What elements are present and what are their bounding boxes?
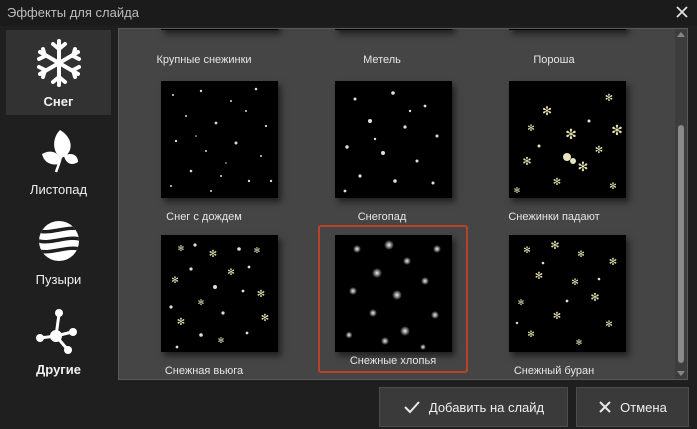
snow-particles: ✻ ✻ ✻ ✻ ✻ ✻ ✻ ✻ ✻ ✻ ✻ [514, 93, 623, 195]
scroll-up-icon[interactable] [677, 32, 685, 37]
svg-text:✻: ✻ [198, 298, 205, 307]
svg-text:✻: ✻ [590, 291, 599, 304]
effect-label: Метель [363, 54, 401, 66]
effect-preview: ✻ ✻ ✻ ✻ ✻ ✻ ✻ ✻ ✻ ✻ ✻ ✻ [509, 235, 626, 352]
svg-text:✻: ✻ [553, 177, 561, 188]
snow-particles [345, 240, 441, 350]
svg-text:✻: ✻ [209, 249, 217, 260]
sidebar-item-label: Другие [36, 362, 81, 377]
effect-label: Снежные хлопья [349, 355, 437, 367]
close-icon[interactable] [673, 3, 691, 21]
svg-text:✻: ✻ [611, 123, 623, 139]
effect-label: Пороша [533, 54, 575, 66]
category-sidebar: Снег Листопад Пузыри Другие [0, 26, 118, 429]
svg-text:✻: ✻ [261, 313, 269, 324]
add-button-label: Добавить на слайд [428, 399, 545, 415]
snowflake-icon [36, 39, 81, 87]
svg-text:✻: ✻ [576, 338, 583, 347]
title-bar: Эффекты для слайда [0, 0, 697, 26]
sidebar-item-label: Снег [43, 94, 74, 109]
svg-text:✻: ✻ [605, 93, 613, 104]
close-icon [599, 401, 611, 413]
svg-text:✻: ✻ [578, 160, 589, 175]
effect-label: Снежная вьюга [164, 365, 244, 377]
svg-text:✻: ✻ [542, 104, 552, 118]
effect-preview [335, 235, 452, 352]
sidebar-item-other[interactable]: Другие [6, 298, 111, 383]
effect-label: Снегопад [357, 211, 407, 223]
effect-label: Снег с дождем [166, 211, 242, 223]
svg-text:✻: ✻ [514, 186, 521, 195]
bubble-icon [38, 221, 79, 261]
effect-tile-snowfall[interactable]: Снегопад [307, 79, 457, 227]
effect-preview [335, 81, 452, 198]
vertical-scrollbar[interactable] [675, 29, 687, 379]
svg-text:✻: ✻ [527, 330, 535, 340]
add-to-slide-button[interactable]: Добавить на слайд [379, 387, 568, 427]
effect-tile-snow-flakes[interactable]: Снежные хлопья [318, 225, 468, 373]
cancel-button[interactable]: Отмена [576, 387, 689, 427]
svg-text:✻: ✻ [254, 246, 261, 255]
snow-particles: ✻ ✻ ✻ ✻ ✻ ✻ ✻ ✻ ✻ ✻ [169, 243, 269, 349]
network-icon [35, 309, 77, 354]
svg-text:✻: ✻ [177, 317, 185, 328]
svg-text:✻: ✻ [609, 257, 617, 268]
svg-text:✻: ✻ [571, 278, 579, 288]
checkmark-icon [404, 401, 420, 414]
scroll-down-icon[interactable] [677, 371, 685, 376]
svg-text:✻: ✻ [257, 289, 265, 300]
svg-text:✻: ✻ [527, 124, 535, 134]
snow-particles [343, 91, 439, 193]
effect-tile-snow-blizzard[interactable]: ✻ ✻ ✻ ✻ ✻ ✻ ✻ ✻ ✻ ✻ ✻ ✻ Снежный буран [479, 227, 629, 377]
cancel-button-label: Отмена [620, 399, 667, 415]
effect-preview: ✻ ✻ ✻ ✻ ✻ ✻ ✻ ✻ ✻ ✻ [161, 235, 278, 352]
leaves-icon [41, 130, 78, 173]
svg-text:✻: ✻ [609, 182, 617, 192]
effect-label: Крупные снежинки [156, 54, 252, 66]
effect-tile-blizzard[interactable]: Метель [307, 29, 457, 66]
effect-preview [161, 29, 278, 30]
effect-preview [335, 29, 452, 30]
effect-tile-snow-storm[interactable]: ✻ ✻ ✻ ✻ ✻ ✻ ✻ ✻ ✻ ✻ Снежная вьюга [129, 227, 279, 377]
effect-preview: ✻ ✻ ✻ ✻ ✻ ✻ ✻ ✻ ✻ ✻ ✻ [509, 81, 626, 198]
svg-text:✻: ✻ [178, 244, 185, 253]
sidebar-item-snow[interactable]: Снег [6, 30, 111, 115]
effects-grid: Крупные снежинки Метель Пороша Снег с до… [118, 28, 688, 380]
svg-text:✻: ✻ [522, 155, 531, 168]
svg-text:✻: ✻ [171, 276, 179, 286]
effect-label: Снежный буран [513, 365, 595, 377]
snow-particles: ✻ ✻ ✻ ✻ ✻ ✻ ✻ ✻ ✻ ✻ ✻ ✻ [515, 239, 617, 347]
svg-text:✻: ✻ [595, 145, 603, 156]
svg-text:✻: ✻ [577, 250, 585, 260]
svg-text:✻: ✻ [523, 246, 531, 256]
scroll-thumb[interactable] [678, 125, 684, 363]
svg-text:✻: ✻ [565, 127, 577, 143]
effect-tile-snow-rain[interactable]: Снег с дождем [129, 79, 279, 227]
effect-tile-big-snowflakes[interactable]: Крупные снежинки [129, 29, 279, 66]
svg-text:✻: ✻ [518, 298, 525, 307]
svg-text:✻: ✻ [218, 336, 225, 345]
effect-label: Снежинки падают [508, 211, 600, 223]
svg-text:✻: ✻ [227, 268, 235, 278]
svg-text:✻: ✻ [553, 311, 561, 322]
effect-tile-powder[interactable]: Пороша [479, 29, 629, 66]
sidebar-item-label: Листопад [29, 182, 88, 197]
snow-particles [170, 87, 273, 192]
svg-text:✻: ✻ [605, 320, 613, 330]
sidebar-item-bubbles[interactable]: Пузыри [6, 208, 111, 293]
sidebar-item-label: Пузыри [35, 272, 82, 287]
effect-tile-falling-flakes[interactable]: ✻ ✻ ✻ ✻ ✻ ✻ ✻ ✻ ✻ ✻ ✻ Снежинки падают [479, 79, 629, 227]
window-title: Эффекты для слайда [7, 5, 139, 20]
effect-preview [509, 29, 626, 30]
svg-text:✻: ✻ [550, 239, 559, 252]
effect-preview [161, 81, 278, 198]
sidebar-item-leaves[interactable]: Листопад [6, 118, 111, 203]
svg-text:✻: ✻ [535, 271, 543, 282]
